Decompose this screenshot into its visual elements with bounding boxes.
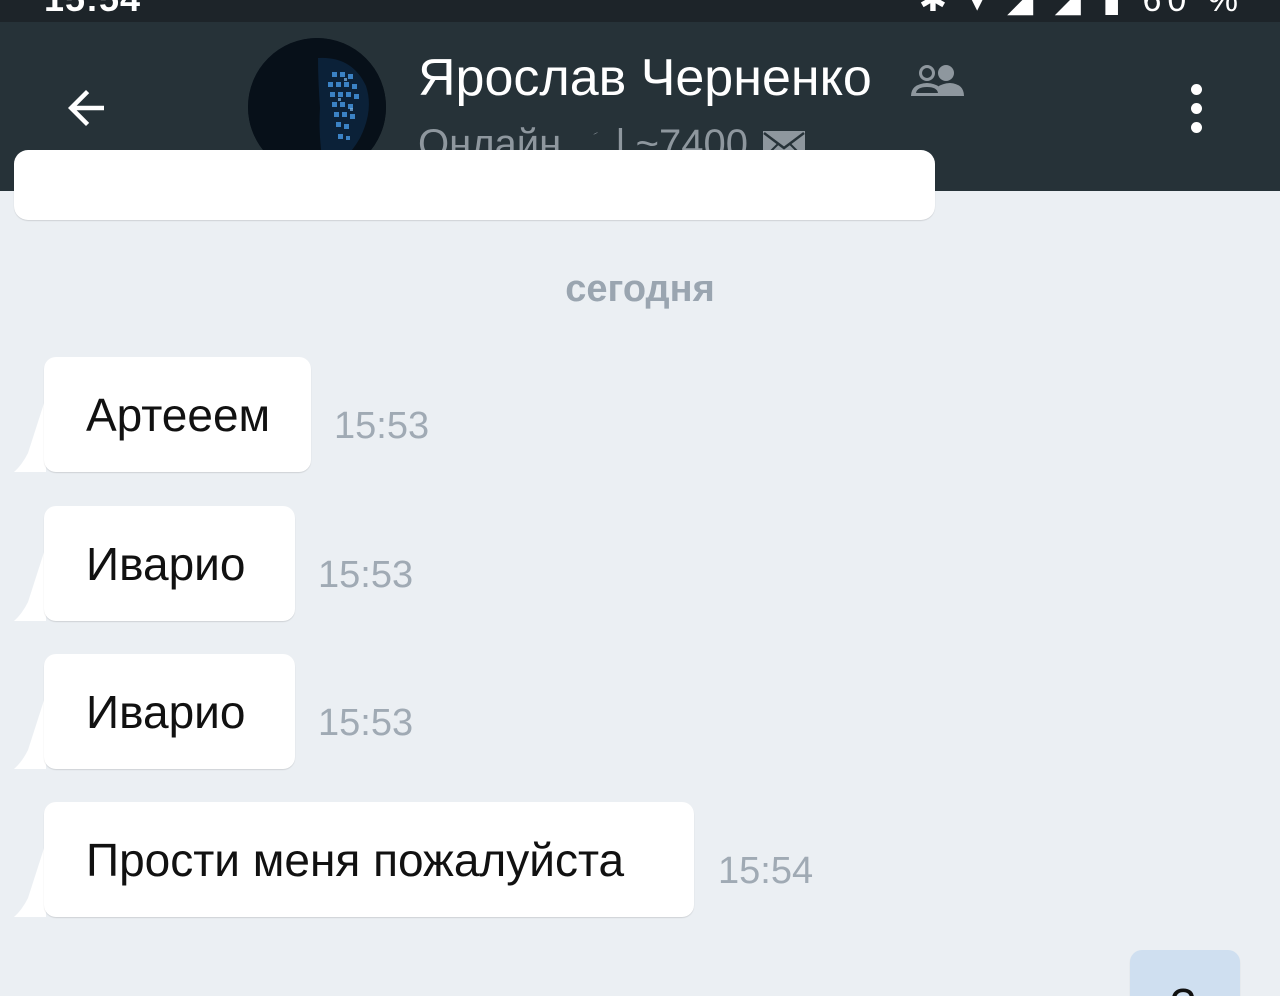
message-time: 15:53 [318,702,414,744]
message-bubble[interactable]: Артееем [44,357,311,472]
status-time: 15:54 [44,0,141,20]
date-separator: сегодня [565,268,715,310]
message-bubble[interactable]: Прости меня пожалуйста [44,802,694,917]
message-time: 15:54 [718,850,814,892]
message-bubble[interactable]: Иварио [44,654,295,769]
chat-screen: 15:54 ✱ ▾ ◢ ◢ ▮ 60 % [0,0,1280,996]
status-icons: ✱ ▾ ◢ ◢ ▮ 60 % [918,0,1244,19]
message-time: 15:53 [334,405,430,447]
arrow-left-icon [68,90,104,126]
status-bar: 15:54 ✱ ▾ ◢ ◢ ▮ 60 % [0,0,1280,22]
more-menu-button[interactable] [1176,78,1216,138]
contact-name[interactable]: Ярослав Черненко [418,48,872,108]
message-bubble[interactable]: Иварио [44,506,295,621]
back-button[interactable] [56,78,116,138]
message-time: 15:53 [318,554,414,596]
previous-message-bubble[interactable] [14,150,935,220]
outgoing-message-bubble[interactable]: ? [1130,950,1240,996]
friends-icon [911,65,964,96]
more-vertical-icon [1190,83,1202,95]
